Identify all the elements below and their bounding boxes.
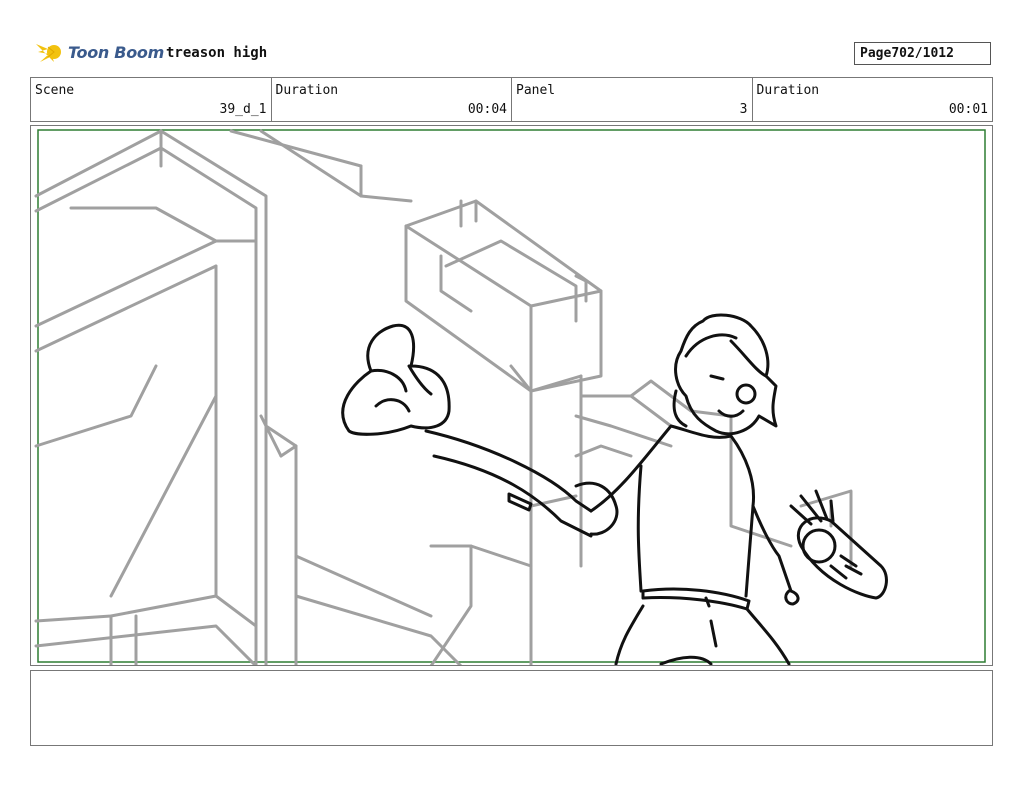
scene-label: Scene <box>35 83 75 98</box>
project-title: treason high <box>166 45 268 61</box>
brand-name: Toon Boom <box>68 42 164 62</box>
scene-duration-value: 00:04 <box>467 102 507 117</box>
panel-info-bar: Scene 39_d_1 Duration 00:04 Panel 3 Dura… <box>30 77 993 122</box>
scene-value: 39_d_1 <box>219 102 267 117</box>
page-number: 702/1012 <box>891 46 954 61</box>
page-indicator: Page 702/1012 <box>854 42 991 65</box>
camera-frame <box>37 129 986 663</box>
panel-cell: Panel 3 <box>512 78 753 121</box>
character-fist <box>341 323 451 436</box>
panel-duration-label: Duration <box>756 83 820 98</box>
panel-duration-cell: Duration 00:01 <box>753 78 993 121</box>
panel-value: 3 <box>739 102 748 117</box>
panel-label: Panel <box>516 83 556 98</box>
scene-cell: Scene 39_d_1 <box>31 78 272 121</box>
background-buildings-sketch <box>34 129 853 665</box>
storyboard-panel <box>30 125 993 666</box>
toon-boom-star-icon <box>36 44 61 62</box>
scene-duration-cell: Duration 00:04 <box>272 78 512 121</box>
panel-drawing <box>34 129 986 665</box>
panel-duration-value: 00:01 <box>948 102 988 117</box>
scene-duration-label: Duration <box>275 83 339 98</box>
panel-notes-box <box>30 670 993 746</box>
toon-boom-logo: Toon Boom <box>34 38 164 66</box>
page-label: Page <box>860 46 892 61</box>
